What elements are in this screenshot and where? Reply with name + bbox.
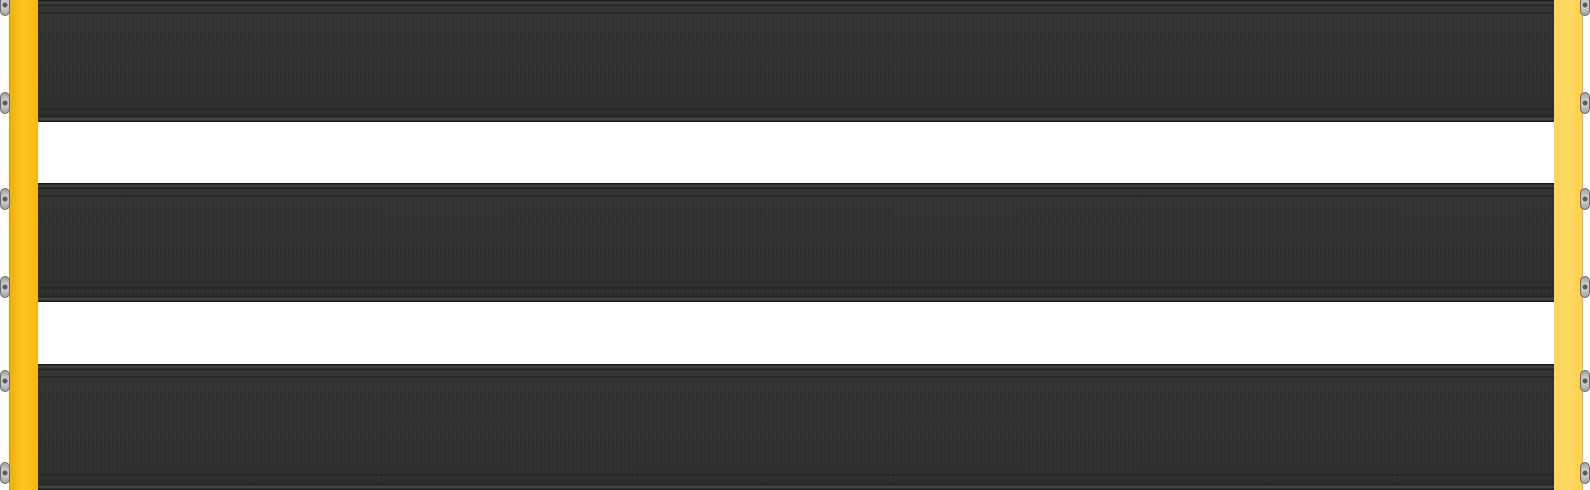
- right-bolt-2: [1580, 92, 1590, 114]
- rail-top: [38, 0, 1554, 122]
- rail-bottom-upper-edge: [38, 364, 1554, 370]
- rail-bottom-groove: [38, 376, 1554, 378]
- pedalboard: [0, 0, 1590, 490]
- left-bolt-1: [0, 0, 10, 16]
- right-bolt-3: [1580, 188, 1590, 210]
- rail-top-lower-edge: [38, 116, 1554, 122]
- right-side-bracket: [1554, 0, 1583, 490]
- rail-top-upper-edge: [38, 0, 1554, 6]
- rail-bottom-lower-edge: [38, 484, 1554, 490]
- right-bolt-4: [1580, 276, 1590, 298]
- left-bolt-4: [0, 276, 10, 298]
- rail-top-groove: [38, 12, 1554, 14]
- rail-middle-groove: [38, 195, 1554, 197]
- left-bolt-5: [0, 370, 10, 392]
- left-side-bracket: [9, 0, 38, 490]
- left-bolt-3: [0, 188, 10, 210]
- right-bolt-1: [1580, 0, 1590, 16]
- rail-middle-lower-edge: [38, 296, 1554, 302]
- right-bolt-6: [1580, 462, 1590, 484]
- rail-middle-upper-edge: [38, 183, 1554, 189]
- rail-middle-lower-groove: [38, 287, 1554, 289]
- left-bolt-6: [0, 462, 10, 484]
- rail-bottom: [38, 364, 1554, 490]
- left-bolt-2: [0, 92, 10, 114]
- rail-middle: [38, 183, 1554, 302]
- right-bolt-5: [1580, 370, 1590, 392]
- rail-bottom-lower-groove: [38, 474, 1554, 476]
- rail-top-lower-groove: [38, 108, 1554, 110]
